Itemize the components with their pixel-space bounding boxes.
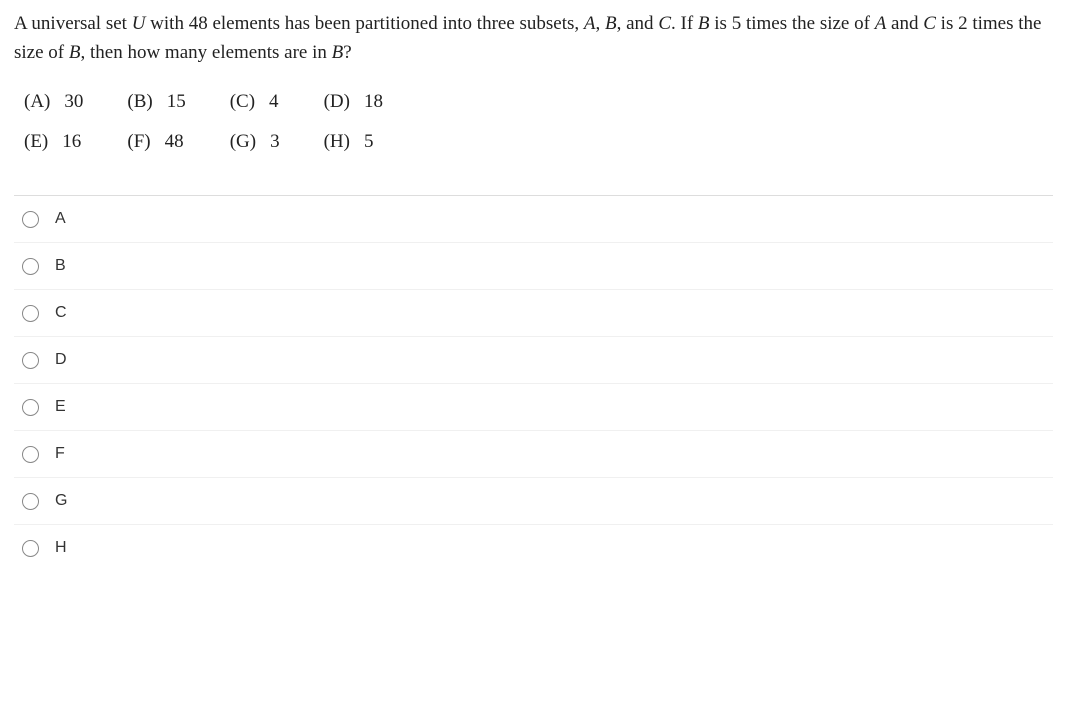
- radio-option-E[interactable]: E: [14, 384, 1053, 431]
- set-C: C: [923, 13, 936, 34]
- set-B: B: [698, 13, 710, 34]
- radio-circle-icon: [22, 352, 39, 369]
- choice-D: (D) 18: [324, 91, 383, 113]
- question-frag: and: [886, 13, 923, 34]
- choice-letter: (F): [127, 131, 150, 153]
- set-B: B: [605, 13, 617, 34]
- question-frag: ?: [343, 42, 351, 63]
- radio-label: B: [55, 257, 66, 275]
- choice-value: 30: [64, 91, 83, 113]
- radio-label: E: [55, 398, 66, 416]
- choice-C: (C) 4: [230, 91, 280, 113]
- choice-letter: (D): [324, 91, 350, 113]
- radio-circle-icon: [22, 446, 39, 463]
- choice-value: 15: [167, 91, 186, 113]
- choice-value: 5: [364, 131, 374, 153]
- question-frag: is 5 times the size of: [710, 13, 875, 34]
- choice-value: 3: [270, 131, 280, 153]
- choice-letter: (G): [230, 131, 256, 153]
- question-frag: , then how many elements are in: [80, 42, 331, 63]
- question-frag: A universal set: [14, 13, 132, 34]
- choice-letter: (E): [24, 131, 48, 153]
- choice-G: (G) 3: [230, 131, 280, 153]
- radio-label: A: [55, 210, 66, 228]
- set-A: A: [584, 13, 596, 34]
- choice-letter: (H): [324, 131, 350, 153]
- choice-letter: (A): [24, 91, 50, 113]
- choice-value: 4: [269, 91, 279, 113]
- choice-B: (B) 15: [127, 91, 185, 113]
- radio-label: H: [55, 539, 67, 557]
- radio-circle-icon: [22, 305, 39, 322]
- choice-F: (F) 48: [127, 131, 185, 153]
- radio-label: D: [55, 351, 67, 369]
- radio-circle-icon: [22, 540, 39, 557]
- radio-option-F[interactable]: F: [14, 431, 1053, 478]
- radio-option-H[interactable]: H: [14, 525, 1053, 571]
- set-U: U: [132, 13, 146, 34]
- question-frag: . If: [671, 13, 698, 34]
- radio-option-C[interactable]: C: [14, 290, 1053, 337]
- radio-option-A[interactable]: A: [14, 196, 1053, 243]
- choice-value: 16: [62, 131, 81, 153]
- radio-circle-icon: [22, 399, 39, 416]
- question-frag: with 48 elements has been partitioned in…: [145, 13, 583, 34]
- set-C: C: [658, 13, 671, 34]
- choice-H: (H) 5: [324, 131, 383, 153]
- question-frag: , and: [617, 13, 659, 34]
- choice-letter: (C): [230, 91, 255, 113]
- radio-label: C: [55, 304, 67, 322]
- radio-circle-icon: [22, 493, 39, 510]
- radio-option-G[interactable]: G: [14, 478, 1053, 525]
- set-A: A: [875, 13, 887, 34]
- set-B: B: [69, 42, 81, 63]
- choice-value: 48: [165, 131, 184, 153]
- radio-label: F: [55, 445, 65, 463]
- choice-E: (E) 16: [24, 131, 83, 153]
- radio-option-D[interactable]: D: [14, 337, 1053, 384]
- radio-answer-list: A B C D E F G H: [14, 195, 1053, 571]
- set-B: B: [332, 42, 344, 63]
- radio-label: G: [55, 492, 67, 510]
- radio-circle-icon: [22, 211, 39, 228]
- choice-A: (A) 30: [24, 91, 83, 113]
- choice-letter: (B): [127, 91, 152, 113]
- choice-value: 18: [364, 91, 383, 113]
- radio-circle-icon: [22, 258, 39, 275]
- question-text: A universal set U with 48 elements has b…: [14, 10, 1053, 67]
- radio-option-B[interactable]: B: [14, 243, 1053, 290]
- answer-choices-grid: (A) 30 (B) 15 (C) 4 (D) 18 (E) 16 (F) 48…: [24, 91, 1053, 153]
- question-frag: ,: [596, 13, 606, 34]
